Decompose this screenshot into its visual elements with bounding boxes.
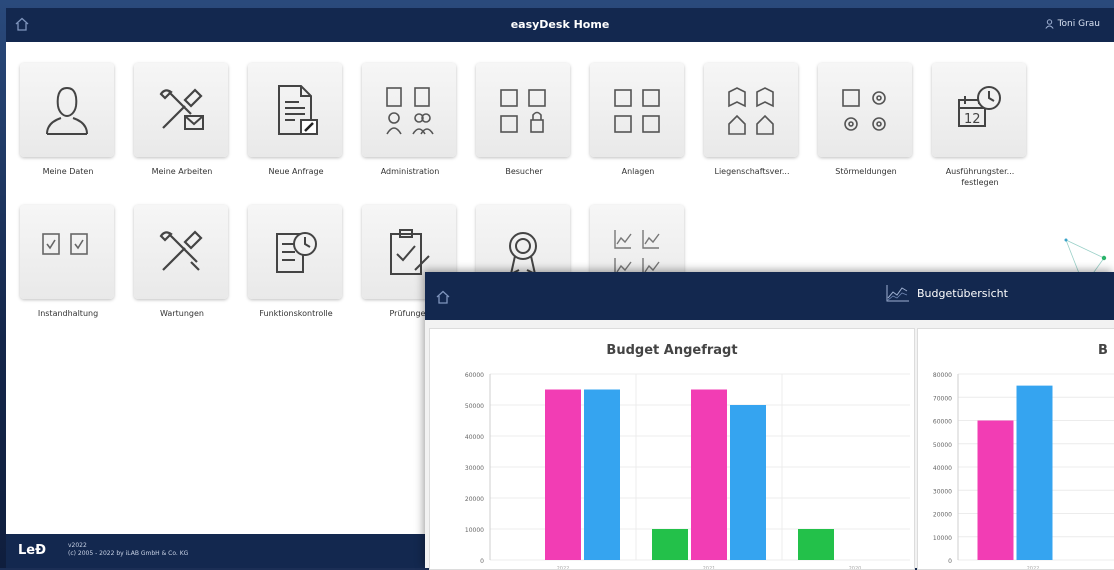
tile-neue-anfrage[interactable]: Neue Anfrage	[248, 63, 344, 176]
budget-title: Budgetübersicht	[885, 283, 1008, 303]
tile-label: Meine Daten	[42, 167, 94, 176]
y-tick-label: 60000	[933, 419, 952, 426]
tile-instandhaltung[interactable]: Instandhaltung	[20, 205, 116, 318]
budget-window: Budgetübersicht Budget Angefragt 0 10000 2…	[425, 272, 1114, 570]
user-menu[interactable]: Toni Grau	[1044, 19, 1100, 29]
budget-top-bar: Budgetübersicht	[425, 272, 1114, 320]
new-request-icon	[278, 85, 318, 135]
tile-label: Anlagen	[621, 167, 655, 176]
chart-panel-second: B 0 10000 20000 30000 40000 50000 60000 70000 80…	[917, 328, 1114, 570]
tile-ausfuehrungstermin[interactable]: 12 Ausführungster... festlegen	[932, 63, 1028, 187]
line-chart-icon	[886, 285, 909, 302]
tile-liegenschaftsverwaltung[interactable]: Liegenschaftsver...	[704, 63, 800, 176]
y-tick-label: 40000	[465, 434, 484, 441]
copyright-text: (c) 2005 - 2022 by iLAB GmbH & Co. KG	[68, 550, 189, 557]
home-icon[interactable]	[435, 289, 451, 305]
chart-panel-angefragt: Budget Angefragt 0 10000 20000 30000 40000 50…	[429, 328, 915, 570]
y-tick-label: 60000	[465, 372, 484, 379]
y-tick-label: 50000	[933, 442, 952, 449]
bar-chart-second: 0 10000 20000 30000 40000 50000 60000 70000 8000…	[933, 372, 1114, 569]
bar	[545, 389, 581, 560]
tile-label: Besucher	[505, 167, 543, 176]
y-tick-label: 0	[480, 558, 484, 565]
y-tick-label: 20000	[933, 512, 952, 519]
version-number: v2022	[68, 542, 87, 549]
bar	[652, 529, 688, 560]
tile-label: Meine Arbeiten	[151, 167, 213, 176]
tile-stoermeldungen[interactable]: Störmeldungen	[818, 63, 914, 176]
y-tick-label: 80000	[933, 372, 952, 379]
tile-label: Störmeldungen	[835, 167, 897, 176]
tools-icon	[159, 88, 204, 130]
tile-label: Instandhaltung	[37, 309, 99, 318]
budget-title-text: Budgetübersicht	[917, 286, 1008, 300]
tile-meine-daten[interactable]: Meine Daten	[20, 63, 116, 176]
tile-label: Administration	[380, 167, 440, 176]
y-tick-label: 10000	[933, 535, 952, 542]
tile-besucher[interactable]: Besucher	[476, 63, 572, 176]
bar	[584, 389, 620, 560]
y-tick-label: 0	[948, 558, 952, 565]
property-icon	[728, 87, 774, 135]
user-name: Toni Grau	[1057, 19, 1100, 29]
tile-wartungen[interactable]: Wartungen	[134, 205, 230, 318]
tile-label: Funktionskontrolle	[259, 309, 333, 318]
budget-body: Budget Angefragt 0 10000 20000 30000 40000 50…	[425, 320, 1114, 570]
bar-chart-angefragt: 01000020000300004000050000600002022 2021 2…	[465, 372, 910, 569]
y-tick-label: 40000	[933, 465, 952, 472]
bar	[730, 405, 766, 560]
calendar-clock-icon: 12	[958, 86, 1001, 127]
tile-label: Liegenschaftsver...	[714, 167, 790, 176]
tools-icon	[159, 230, 203, 271]
user-icon	[46, 86, 88, 135]
bar	[1016, 385, 1053, 560]
checklist-clock-icon	[276, 232, 317, 273]
svg-text:12: 12	[964, 112, 981, 127]
assets-icon	[614, 89, 660, 133]
tile-meine-arbeiten[interactable]: Meine Arbeiten	[134, 63, 230, 176]
bar	[691, 389, 727, 560]
y-tick-label: 20000	[465, 496, 484, 503]
bar	[977, 420, 1014, 560]
version-info: v2022 (c) 2005 - 2022 by iLAB GmbH & Co.…	[68, 542, 188, 558]
user-icon	[1044, 19, 1054, 29]
tile-anlagen[interactable]: Anlagen	[590, 63, 686, 176]
bar	[798, 529, 834, 560]
top-bar: easyDesk Home Toni Grau	[6, 8, 1114, 42]
visitor-icon	[500, 89, 546, 133]
ilab-logo: LeÐ	[18, 543, 46, 558]
y-tick-label: 70000	[933, 395, 952, 402]
y-tick-label: 50000	[465, 403, 484, 410]
y-tick-label: 30000	[933, 488, 952, 495]
tile-label: Neue Anfrage	[268, 167, 324, 176]
y-tick-label: 30000	[465, 465, 484, 472]
tile-label: Wartungen	[160, 309, 204, 318]
tile-administration[interactable]: Administration	[362, 63, 458, 176]
tile-label: Ausführungster... festlegen	[945, 167, 1015, 187]
tile-funktionskontrolle[interactable]: Funktionskontrolle	[248, 205, 344, 318]
y-tick-label: 10000	[465, 527, 484, 534]
administration-icon	[386, 87, 434, 135]
page-title: easyDesk Home	[510, 18, 610, 31]
fault-reports-icon	[842, 89, 886, 131]
clipboard-check-icon	[42, 233, 88, 255]
